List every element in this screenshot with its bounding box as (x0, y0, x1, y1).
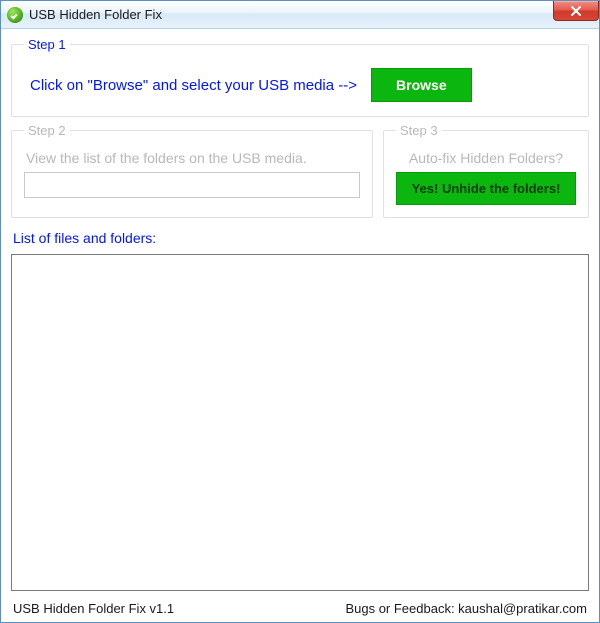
status-left: USB Hidden Folder Fix v1.1 (13, 601, 174, 616)
step1-group: Step 1 Click on "Browse" and select your… (11, 37, 589, 117)
client-area: Step 1 Click on "Browse" and select your… (1, 29, 599, 622)
app-window: USB Hidden Folder Fix Step 1 Click on "B… (0, 0, 600, 623)
close-icon (570, 6, 582, 16)
step2-group: Step 2 View the list of the folders on t… (11, 123, 373, 218)
step1-legend: Step 1 (24, 37, 70, 52)
list-label: List of files and folders: (11, 224, 589, 248)
status-right: Bugs or Feedback: kaushal@pratikar.com (345, 601, 587, 616)
step3-legend: Step 3 (396, 123, 442, 138)
step2-instruction: View the list of the folders on the USB … (24, 148, 360, 172)
file-list-box[interactable] (11, 254, 589, 591)
window-title: USB Hidden Folder Fix (29, 7, 162, 22)
step1-instruction: Click on "Browse" and select your USB me… (30, 77, 357, 94)
statusbar: USB Hidden Folder Fix v1.1 Bugs or Feedb… (11, 597, 589, 618)
step2-legend: Step 2 (24, 123, 70, 138)
usb-path-input[interactable] (24, 172, 360, 198)
close-button[interactable] (553, 1, 599, 21)
step3-question: Auto-fix Hidden Folders? (396, 148, 576, 172)
titlebar[interactable]: USB Hidden Folder Fix (1, 1, 599, 29)
step3-group: Step 3 Auto-fix Hidden Folders? Yes! Unh… (383, 123, 589, 218)
app-icon (7, 7, 23, 23)
browse-button[interactable]: Browse (371, 68, 472, 102)
unhide-button[interactable]: Yes! Unhide the folders! (396, 172, 576, 205)
